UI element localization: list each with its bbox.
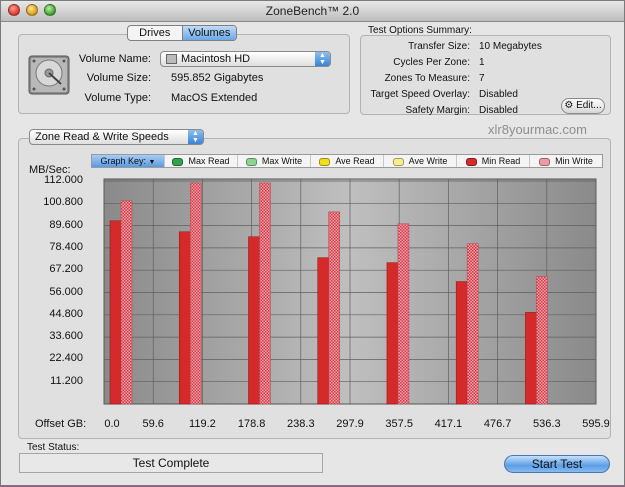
min-write-bar	[536, 276, 548, 405]
y-tick-label: 112.000	[44, 174, 83, 186]
min-write-bar	[397, 223, 410, 405]
y-tick-label: 56.000	[49, 285, 83, 298]
chart-plot	[103, 178, 597, 405]
y-tick-label: 100.800	[43, 196, 83, 209]
test-status-field: Test Complete	[19, 453, 323, 473]
app-window: ZoneBench™ 2.0 Drives Volumes Volume Nam…	[0, 0, 625, 486]
x-tick-label: 297.9	[336, 418, 364, 430]
y-tick-label: 78.400	[49, 240, 83, 253]
x-tick-label: 417.1	[434, 418, 463, 430]
min-read-bar	[109, 220, 122, 405]
min-read-bar	[386, 262, 399, 405]
x-tick-label: 238.3	[287, 418, 315, 430]
x-tick-label: 595.9	[582, 418, 610, 430]
min-write-bar	[189, 182, 202, 405]
min-read-bar	[178, 231, 191, 405]
x-tick-label: 357.5	[385, 418, 413, 430]
x-tick-label: 536.3	[533, 418, 561, 430]
min-write-bar	[120, 200, 133, 405]
min-write-bar	[466, 243, 479, 405]
y-tick-label: 67.200	[49, 263, 83, 276]
x-tick-label: 59.6	[142, 418, 164, 430]
min-read-bar	[455, 281, 468, 405]
x-tick-label: 178.8	[237, 418, 266, 430]
min-write-bar	[328, 211, 340, 405]
y-tick-label: 11.200	[50, 374, 83, 387]
y-tick-label: 89.600	[49, 218, 83, 231]
min-read-bar	[317, 257, 329, 405]
y-tick-label: 44.800	[49, 307, 83, 320]
x-tick-label: 119.2	[189, 418, 216, 430]
x-tick-label: 476.7	[483, 418, 512, 430]
x-axis-label: Offset GB:	[35, 418, 87, 430]
x-tick-label: 0.0	[104, 418, 120, 430]
min-read-bar	[248, 236, 260, 405]
y-tick-label: 33.600	[49, 330, 83, 343]
min-write-bar	[259, 182, 271, 405]
test-status-label: Test Status:	[27, 442, 80, 453]
y-tick-label: 22.400	[49, 352, 83, 365]
min-read-bar	[525, 312, 537, 405]
start-test-button[interactable]: Start Test	[504, 455, 610, 473]
